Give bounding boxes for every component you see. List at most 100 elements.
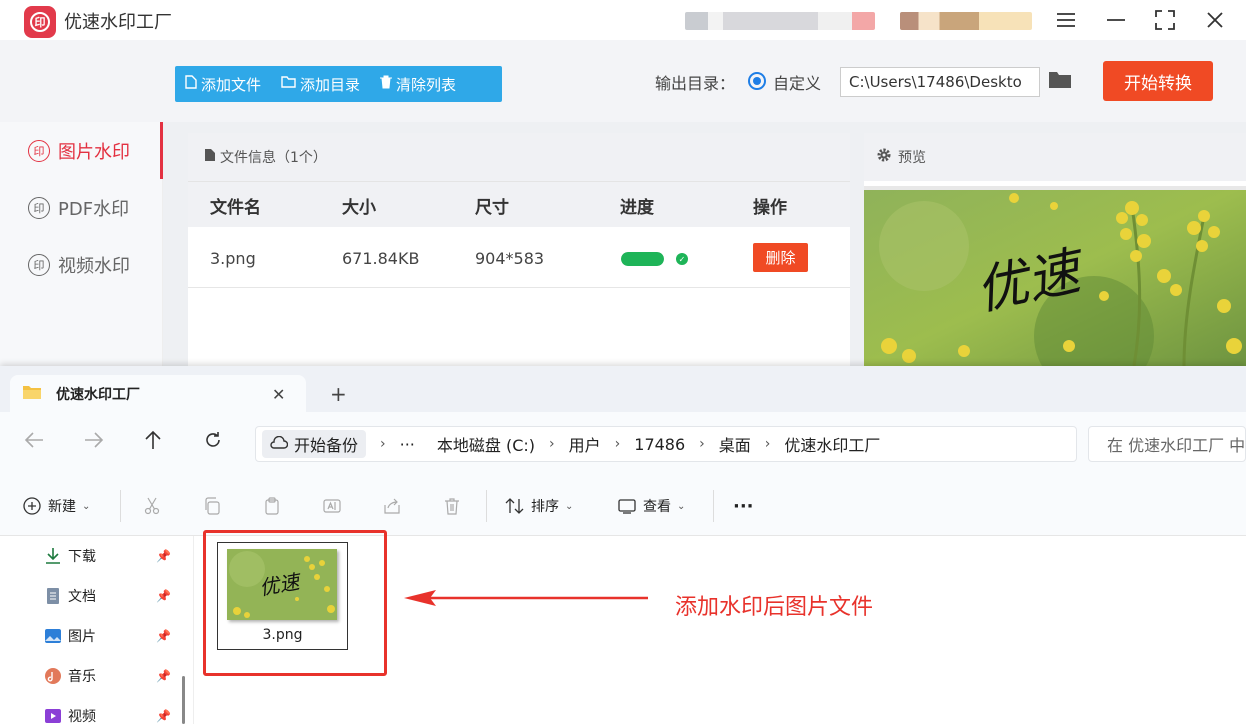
chevron-right-icon: ›: [380, 436, 386, 452]
sidebar-item-label: 视频水印: [58, 255, 130, 277]
start-convert-button[interactable]: 开始转换: [1103, 61, 1213, 101]
title-bar: 印 优速水印工厂: [0, 0, 1246, 40]
sort-icon: [505, 496, 525, 516]
highlight-box: [203, 530, 387, 676]
add-directory-button[interactable]: 添加目录: [271, 66, 370, 102]
address-bar[interactable]: 开始备份 › ··· 本地磁盘 (C:) › 用户 › 17486 › 桌面 ›…: [255, 426, 1077, 462]
sidebar-item-label: PDF水印: [58, 198, 130, 220]
new-tab-icon[interactable]: +: [330, 382, 347, 406]
nav-item-music[interactable]: 音乐: [44, 656, 174, 696]
nav-item-downloads[interactable]: 下载: [44, 536, 174, 576]
breadcrumb-item[interactable]: 17486: [623, 435, 696, 454]
share-icon: [382, 496, 402, 516]
watermark-app-window: 印 优速水印工厂 添加文件 添加目录 清除列表 输出目录： 自定义 C:\Use…: [0, 0, 1246, 366]
file-explorer-window: 优速水印工厂 ✕ + 开始备份 › ··· 本地磁盘 (C:) › 用户 › 1…: [0, 366, 1246, 724]
file-panel-header: 文件信息（1个）: [188, 133, 850, 181]
menu-icon[interactable]: [1051, 6, 1081, 34]
breadcrumb-item[interactable]: 优速水印工厂: [773, 432, 891, 456]
preview-header: 预览: [864, 133, 1246, 181]
sort-button[interactable]: 排序 ⌄: [505, 476, 573, 536]
fullscreen-icon[interactable]: [1150, 6, 1180, 34]
column-header-action: 操作: [753, 197, 787, 218]
sidebar-item-label: 图片水印: [58, 141, 130, 163]
trash-icon: [380, 75, 393, 93]
file-icon: [185, 75, 197, 93]
nav-item-videos[interactable]: 视频: [44, 696, 174, 724]
column-header-size: 大小: [342, 197, 376, 218]
view-icon: [617, 496, 637, 516]
nav-item-label: 文档: [68, 589, 96, 605]
breadcrumb-item[interactable]: 桌面: [708, 432, 762, 456]
pin-icon[interactable]: 📌: [156, 589, 171, 603]
breadcrumb-more[interactable]: ···: [389, 435, 426, 454]
sidebar-item-video-watermark[interactable]: 印 视频水印: [0, 236, 163, 293]
browse-folder-icon[interactable]: [1048, 70, 1072, 90]
custom-radio[interactable]: [748, 72, 766, 90]
backup-label: 开始备份: [294, 436, 359, 455]
document-icon: [44, 587, 62, 605]
custom-radio-label[interactable]: 自定义: [773, 70, 821, 94]
up-icon[interactable]: [144, 430, 162, 455]
paste-button[interactable]: [262, 476, 282, 536]
sidebar-item-pdf-watermark[interactable]: 印 PDF水印: [0, 179, 163, 236]
sidebar-item-image-watermark[interactable]: 印 图片水印: [0, 122, 163, 179]
output-dir-label: 输出目录：: [655, 74, 736, 93]
back-icon[interactable]: [24, 430, 44, 454]
clear-list-button[interactable]: 清除列表: [370, 66, 466, 102]
chevron-down-icon: ⌄: [677, 500, 686, 512]
minimize-icon[interactable]: [1101, 6, 1131, 34]
output-path-field[interactable]: C:\Users\17486\Deskto: [840, 67, 1040, 97]
delete-file-button[interactable]: [442, 476, 462, 536]
pin-icon[interactable]: 📌: [156, 549, 171, 563]
clear-list-label: 清除列表: [396, 75, 457, 94]
refresh-icon[interactable]: [204, 430, 222, 454]
table-header: 文件名 大小 尺寸 进度 操作: [188, 181, 850, 227]
backup-chip[interactable]: 开始备份: [262, 430, 367, 458]
scrollbar[interactable]: [182, 676, 185, 724]
search-input[interactable]: 在 优速水印工厂 中: [1088, 426, 1246, 462]
cloud-sync-icon: [270, 435, 289, 454]
nav-item-documents[interactable]: 文档: [44, 576, 174, 616]
file-size-cell: 671.84KB: [342, 248, 420, 268]
divider: [120, 490, 121, 522]
share-button[interactable]: [382, 476, 402, 536]
pin-icon[interactable]: 📌: [156, 669, 171, 683]
plus-circle-icon: [22, 496, 42, 516]
tab-close-icon[interactable]: ✕: [272, 385, 285, 404]
new-button[interactable]: 新建 ⌄: [22, 476, 90, 536]
file-toolbar: 添加文件 添加目录 清除列表: [175, 66, 502, 102]
nav-item-label: 视频: [68, 709, 96, 724]
pin-icon[interactable]: 📌: [156, 629, 171, 643]
rename-button[interactable]: [322, 476, 342, 536]
column-header-dimension: 尺寸: [475, 197, 509, 218]
cut-button[interactable]: [142, 476, 162, 536]
navigation-pane: 下载 文档 图片 音乐 视频 📌 📌 📌 📌 📌: [0, 536, 180, 724]
seal-icon: 印: [28, 253, 50, 276]
progress-bar: [621, 252, 664, 266]
close-icon[interactable]: [1200, 6, 1230, 34]
nav-item-label: 音乐: [68, 669, 96, 685]
nav-item-label: 下载: [68, 549, 96, 565]
picture-icon: [44, 627, 62, 645]
table-row: 3.png 671.84KB 904*583 ✓ 删除: [188, 228, 850, 288]
delete-button[interactable]: 删除: [753, 243, 808, 272]
chevron-right-icon: ›: [764, 436, 771, 452]
copy-button[interactable]: [202, 476, 222, 536]
nav-item-pictures[interactable]: 图片: [44, 616, 174, 656]
document-icon: [204, 148, 216, 166]
breadcrumb-item[interactable]: 用户: [558, 432, 612, 456]
download-icon: [44, 547, 62, 565]
address-row: 开始备份 › ··· 本地磁盘 (C:) › 用户 › 17486 › 桌面 ›…: [0, 412, 1246, 476]
arrow-icon: [400, 588, 650, 608]
file-panel-title: 文件信息（1个）: [220, 150, 327, 166]
add-file-button[interactable]: 添加文件: [175, 66, 271, 102]
pin-icon[interactable]: 📌: [156, 709, 171, 723]
folder-icon: [22, 384, 42, 404]
more-options-button[interactable]: ···: [733, 476, 754, 536]
view-button[interactable]: 查看 ⌄: [617, 476, 685, 536]
forward-icon[interactable]: [84, 430, 104, 454]
explorer-tab[interactable]: 优速水印工厂: [10, 375, 306, 412]
clipboard-icon: [262, 496, 282, 516]
breadcrumb-item[interactable]: 本地磁盘 (C:): [426, 432, 546, 456]
divider: [713, 490, 714, 522]
